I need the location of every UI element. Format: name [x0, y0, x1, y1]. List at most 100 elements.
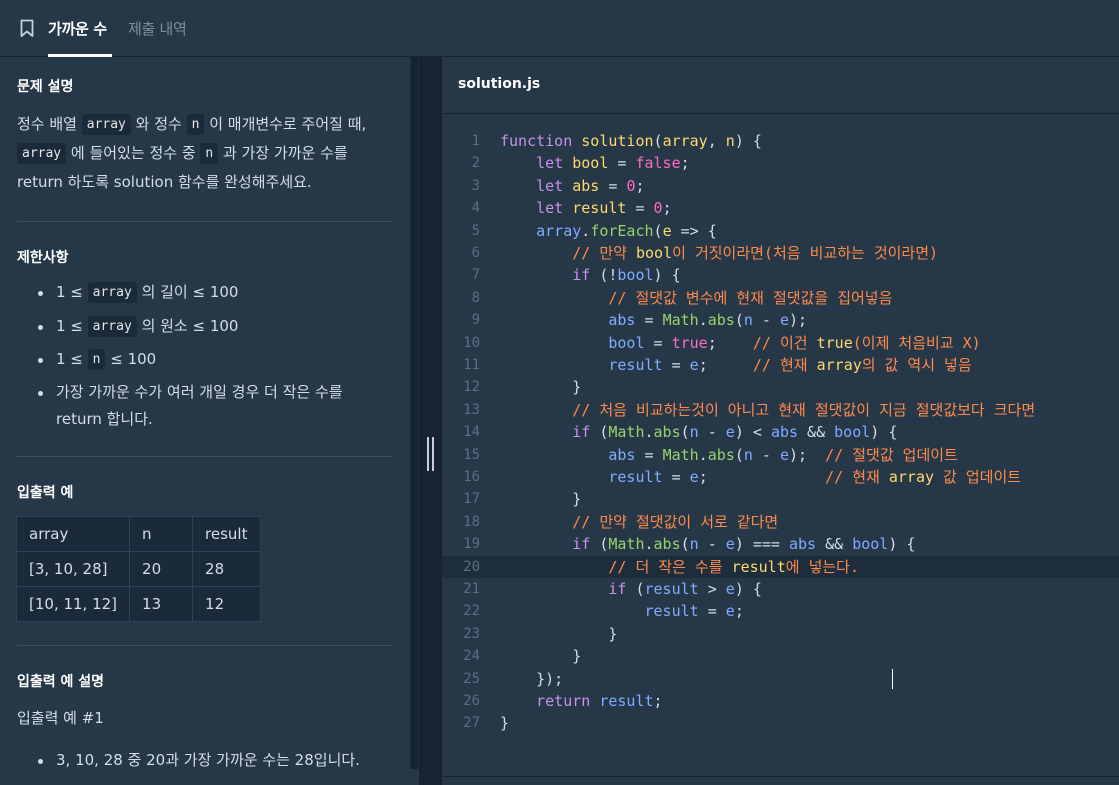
code-token: true: [816, 333, 853, 352]
code-token: ;: [698, 468, 826, 486]
code-token: result: [644, 602, 699, 621]
code-token: =: [635, 445, 663, 464]
code-token: >: [698, 580, 726, 598]
table-cell: [10, 11, 12]: [15, 586, 131, 622]
code-line[interactable]: 16 result = e; // 현재 array 값 업데이트: [442, 466, 1119, 488]
code-line[interactable]: 3 let abs = 0;: [442, 175, 1119, 197]
divider: [17, 456, 393, 457]
code-token: // 현재: [825, 468, 889, 486]
panel-resize-handle[interactable]: [419, 57, 442, 785]
code-line[interactable]: 6 // 만약 bool이 거짓이라면(처음 비교하는 것이라면): [442, 242, 1119, 264]
code-token: true: [671, 333, 708, 352]
code-line[interactable]: 7 if (!bool) {: [442, 264, 1119, 286]
code-line[interactable]: 11 result = e; // 현재 array의 값 역시 넣음: [442, 354, 1119, 376]
code-token: -: [752, 311, 780, 330]
code-text: // 절댓값 변수에 현재 절댓값을 집어넣음: [500, 287, 892, 309]
code-line[interactable]: 8 // 절댓값 변수에 현재 절댓값을 집어넣음: [442, 287, 1119, 309]
line-number: 18: [463, 513, 480, 530]
code-line[interactable]: 14 if (Math.abs(n - e) < abs && bool) {: [442, 421, 1119, 443]
line-number: 14: [463, 424, 480, 441]
code-line[interactable]: 15 abs = Math.abs(n - e); // 절댓값 업데이트: [442, 444, 1119, 466]
code-line[interactable]: 20 // 더 작은 수를 result에 넣는다.: [442, 555, 1119, 578]
constraint-item-cont: return 합니다.: [56, 410, 153, 428]
code-line[interactable]: 24 }: [442, 645, 1119, 667]
code-token: function: [500, 132, 573, 150]
code-line[interactable]: 26 return result;: [442, 690, 1119, 712]
code-text: result = e;: [500, 600, 744, 622]
tab-submissions[interactable]: 제출 내역: [128, 18, 187, 39]
constraint-item: 1 ≤ array 의 길이 ≤ 100: [56, 279, 238, 306]
code-token: result: [731, 557, 786, 576]
code-token: abs: [789, 535, 817, 554]
code-token: (: [734, 311, 744, 330]
line-number: 25: [463, 670, 480, 687]
code-line[interactable]: 19 if (Math.abs(n - e) === abs && bool) …: [442, 533, 1119, 555]
code-line[interactable]: 17 }: [442, 488, 1119, 510]
code-token: =: [635, 311, 663, 330]
line-number: 22: [463, 603, 480, 620]
code-token: e: [725, 535, 735, 554]
code-token: (: [680, 535, 690, 554]
code-token: (: [626, 580, 645, 598]
code-token: 의 값 역시 넣음: [861, 356, 972, 374]
scrollbar-thumb[interactable]: [411, 57, 418, 769]
code-token: ;: [698, 356, 753, 374]
code-token: result: [608, 356, 663, 374]
table-header-row: array n result: [15, 516, 262, 552]
code-token: abs: [707, 445, 735, 464]
code-line[interactable]: 27}: [442, 712, 1119, 734]
code-token: (: [734, 445, 744, 464]
code-line[interactable]: 13 // 처음 비교하는것이 아니고 현재 절댓값이 지금 절댓값보다 크다면: [442, 399, 1119, 421]
code-token: abs: [653, 423, 681, 442]
io-explanation-subtitle: 입출력 예 #1: [17, 709, 104, 727]
code-line[interactable]: 25 });: [442, 668, 1119, 690]
bookmark-icon[interactable]: [20, 19, 34, 38]
code-token: e: [662, 221, 672, 240]
code-token: Math: [608, 423, 645, 442]
code-token: bool: [852, 535, 889, 554]
code-token: =: [599, 176, 627, 195]
code-text: }: [500, 488, 581, 510]
code-line[interactable]: 21 if (result > e) {: [442, 578, 1119, 600]
code-line[interactable]: 10 bool = true; // 이건 true(이제 처음비교 X): [442, 332, 1119, 354]
code-token: ) {: [888, 535, 916, 554]
code-line[interactable]: 9 abs = Math.abs(n - e);: [442, 309, 1119, 331]
line-number: 20: [463, 558, 480, 575]
code-line[interactable]: 22 result = e;: [442, 600, 1119, 622]
code-token: -: [698, 423, 726, 442]
code-token: let: [536, 199, 564, 218]
code-line[interactable]: 5 array.forEach(e => {: [442, 220, 1119, 242]
code-line[interactable]: 1 function solution(array, n) {: [442, 130, 1119, 152]
code-text: if (Math.abs(n - e) < abs && bool) {: [500, 421, 897, 443]
table-cell: 28: [192, 551, 262, 587]
editor-header: solution.js: [442, 57, 1119, 114]
tab-problem[interactable]: 가까운 수: [48, 18, 107, 39]
line-number: 15: [463, 446, 480, 463]
code-text: // 만약 bool이 거짓이라면(처음 비교하는 것이라면): [500, 242, 938, 264]
code-token: // 처음 비교하는것이 아니고 현재 절댓값이 지금 절댓값보다 크다면: [572, 400, 1036, 419]
code-token: if: [572, 423, 591, 442]
code-text: }: [500, 645, 581, 667]
problem-scrollbar[interactable]: [410, 57, 419, 769]
problem-panel: 문제 설명 정수 배열 array 와 정수 n 이 매개변수로 주어질 때, …: [0, 57, 410, 769]
code-token: result: [644, 580, 699, 598]
code-token: 0: [653, 199, 663, 218]
code-line[interactable]: 2 let bool = false;: [442, 152, 1119, 174]
code-editor[interactable]: 1 function solution(array, n) {2 let bool…: [442, 114, 1119, 776]
code-line[interactable]: 18 // 만약 절댓값이 서로 같다면: [442, 511, 1119, 533]
bullet: [38, 391, 43, 396]
code-token: =: [698, 602, 726, 621]
code-line[interactable]: 23 }: [442, 623, 1119, 645]
code-line[interactable]: 12 }: [442, 376, 1119, 398]
code-token: abs: [608, 311, 636, 330]
code-line[interactable]: 4 let result = 0;: [442, 197, 1119, 219]
